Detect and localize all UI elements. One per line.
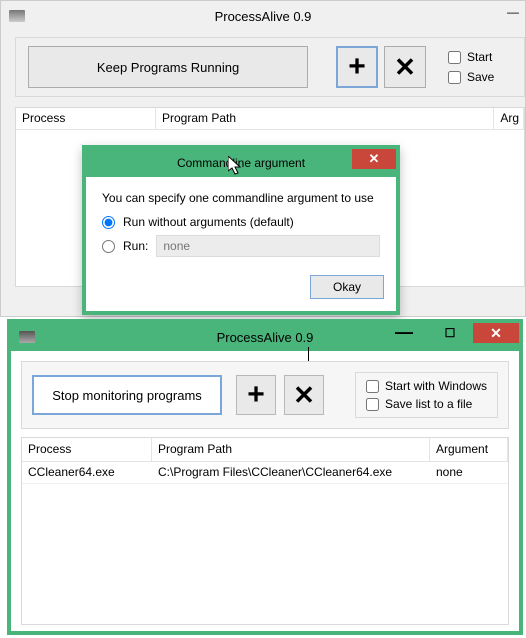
col-process[interactable]: Process [22,438,152,461]
radio-label: Run without arguments (default) [123,215,294,229]
close-button[interactable]: ✕ [473,323,519,343]
options-group: Start with Windows Save list to a file [355,372,498,418]
argument-input[interactable] [156,235,380,257]
keep-programs-running-button[interactable]: Keep Programs Running [28,46,308,88]
checkbox-label: Save list to a file [385,397,472,411]
radio-input[interactable] [102,216,115,229]
start-with-windows-checkbox[interactable]: Start [448,50,494,64]
maximize-icon: ☐ [445,326,456,340]
add-button[interactable]: + [236,375,276,415]
remove-button[interactable]: ✕ [284,375,324,415]
titlebar[interactable]: ProcessAlive 0.9 — [1,1,525,31]
col-argument[interactable]: Argument [430,438,508,461]
checkbox-input[interactable] [448,51,461,64]
minimize-button[interactable]: — [381,323,427,343]
minimize-icon[interactable]: — [503,5,523,23]
dialog-title: Commandline argument [177,156,305,170]
save-list-checkbox[interactable]: Save [448,70,494,84]
checkbox-label: Save [467,70,494,84]
checkbox-input[interactable] [448,71,461,84]
close-icon: ✕ [369,151,380,167]
toolbar-panel: Stop monitoring programs + ✕ Start with … [21,361,509,429]
window-title: ProcessAlive 0.9 [1,9,525,24]
checkbox-label: Start with Windows [385,379,487,393]
checkbox-input[interactable] [366,398,379,411]
window-processalive-bottom: ProcessAlive 0.9 — ☐ ✕ Stop monitoring p… [7,319,523,635]
close-icon: ✕ [394,54,416,80]
remove-button[interactable]: ✕ [384,46,426,88]
checkbox-label: Start [467,50,492,64]
toolbar-panel: Keep Programs Running + ✕ Start Save [15,37,525,97]
add-button[interactable]: + [336,46,378,88]
col-program-path[interactable]: Program Path [156,108,494,129]
titlebar[interactable]: ProcessAlive 0.9 — ☐ ✕ [11,323,519,351]
text-caret [308,347,309,361]
okay-button[interactable]: Okay [310,275,384,299]
stop-monitoring-button[interactable]: Stop monitoring programs [32,375,222,415]
dialog-footer: Okay [86,275,396,311]
dialog-description: You can specify one commandline argument… [102,191,380,205]
radio-run-with-argument[interactable]: Run: [102,235,380,257]
table-row[interactable]: CCleaner64.exeC:\Program Files\CCleaner\… [22,462,508,484]
plus-icon: + [348,52,366,82]
options-group: Start Save [448,50,494,84]
save-list-checkbox[interactable]: Save list to a file [366,397,487,411]
commandline-argument-dialog: Commandline argument ✕ You can specify o… [82,145,400,315]
dialog-close-button[interactable]: ✕ [352,149,396,169]
dialog-titlebar[interactable]: Commandline argument ✕ [86,149,396,177]
start-with-windows-checkbox[interactable]: Start with Windows [366,379,487,393]
close-icon: ✕ [490,325,502,342]
table-header: Process Program Path Argument [22,438,508,462]
plus-icon: + [247,380,265,410]
close-icon: ✕ [293,382,315,408]
col-process[interactable]: Process [16,108,156,129]
col-program-path[interactable]: Program Path [152,438,430,461]
table-header: Process Program Path Arg [16,108,524,130]
maximize-button[interactable]: ☐ [427,323,473,343]
radio-input[interactable] [102,240,115,253]
cell-process: CCleaner64.exe [22,462,152,483]
radio-run-without-arguments[interactable]: Run without arguments (default) [102,215,380,229]
window-controls: — ☐ ✕ [381,323,519,343]
cell-argument: none [430,462,508,483]
process-table[interactable]: Process Program Path Argument CCleaner64… [21,437,509,625]
cell-program-path: C:\Program Files\CCleaner\CCleaner64.exe [152,462,430,483]
dialog-body: You can specify one commandline argument… [86,177,396,275]
radio-label: Run: [123,239,148,253]
col-argument[interactable]: Arg [494,108,524,129]
checkbox-input[interactable] [366,380,379,393]
